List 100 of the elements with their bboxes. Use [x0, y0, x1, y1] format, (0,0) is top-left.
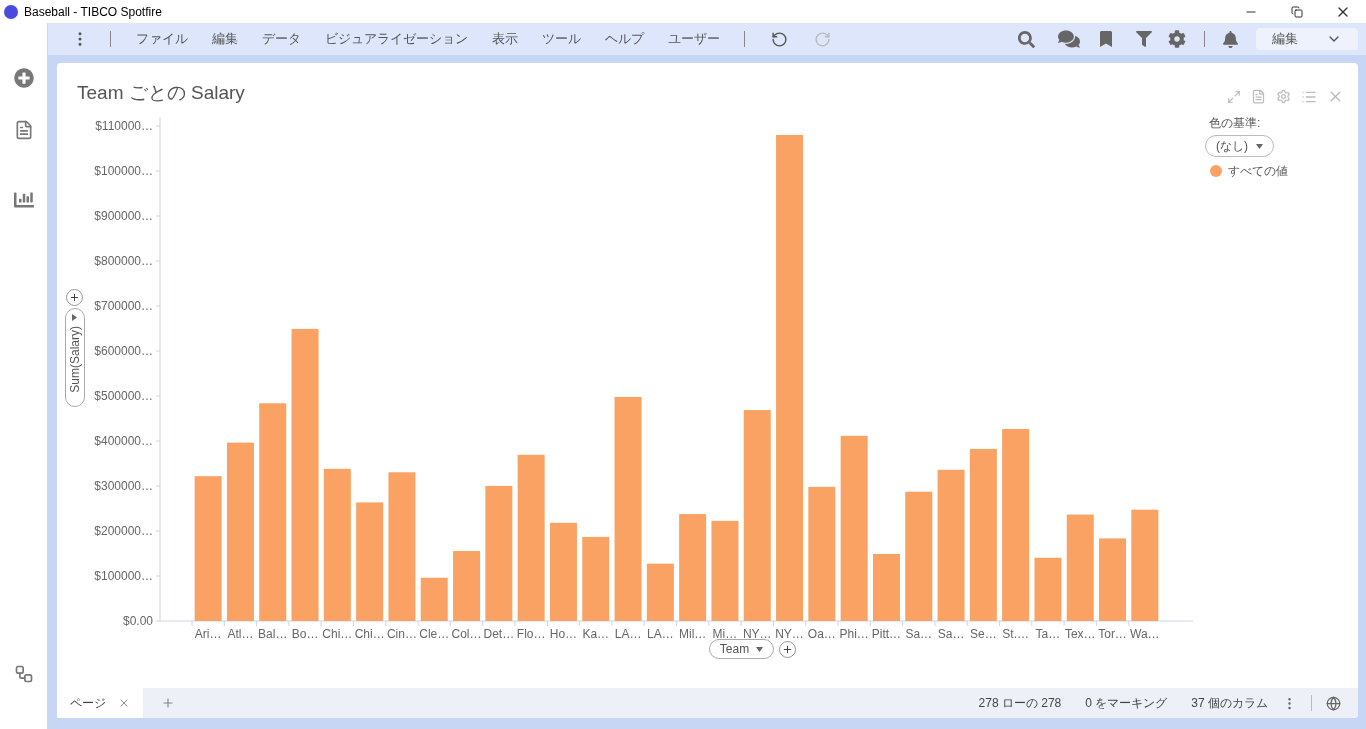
bar[interactable] — [646, 563, 674, 621]
menu-item[interactable]: 表示 — [480, 29, 530, 49]
legend-title: 色の基準: — [1209, 115, 1262, 132]
x-tick-label: Det… — [483, 627, 515, 641]
x-tick-label: Tex… — [1064, 627, 1096, 641]
window-title: Baseball - TIBCO Spotfire — [24, 3, 162, 21]
menu-item[interactable]: ヘルプ — [593, 29, 656, 49]
x-tick-label: Cle… — [419, 627, 450, 641]
bar[interactable] — [485, 485, 513, 621]
x-tick-label: Flo… — [516, 627, 546, 641]
add-icon[interactable] — [13, 68, 34, 88]
bar[interactable] — [259, 403, 287, 621]
filter-icon[interactable] — [1136, 31, 1152, 47]
menu-item[interactable]: ツール — [530, 29, 593, 49]
settings-icon[interactable] — [1276, 89, 1291, 104]
x-tick-label: Col… — [451, 627, 482, 641]
bar[interactable] — [388, 472, 416, 621]
bar[interactable] — [291, 328, 319, 621]
hierarchy-icon[interactable] — [13, 664, 34, 684]
caret-icon — [756, 646, 764, 652]
bar[interactable] — [969, 448, 997, 621]
x-tick-label: LA… — [614, 627, 642, 641]
menu-item[interactable]: データ — [250, 29, 313, 49]
bar[interactable] — [711, 520, 739, 621]
bar[interactable] — [679, 514, 707, 621]
bar[interactable] — [1034, 557, 1062, 621]
comments-icon[interactable] — [1058, 28, 1080, 50]
x-tick-label: Sa… — [905, 627, 933, 641]
x-tick-label: Sa… — [937, 627, 965, 641]
redo-icon[interactable] — [814, 30, 831, 48]
x-tick-label: Chi… — [322, 627, 353, 641]
y-tick-label: $100000… — [94, 164, 153, 178]
expand-icon[interactable] — [1227, 89, 1241, 104]
page-tab[interactable]: ページ — [57, 688, 143, 718]
bar[interactable] — [453, 551, 481, 621]
y-tick-label: $900000… — [94, 209, 153, 223]
bar[interactable] — [1066, 514, 1094, 621]
bar[interactable] — [1131, 509, 1159, 621]
search-icon[interactable] — [1018, 30, 1035, 48]
y-tick-label: $400000… — [94, 434, 153, 448]
x-tick-label: Bal… — [258, 627, 288, 641]
bar[interactable] — [776, 135, 804, 621]
bar[interactable] — [549, 522, 577, 621]
bar[interactable] — [194, 476, 222, 621]
y-tick-label: $500000… — [94, 389, 153, 403]
x-tick-label: Cin… — [386, 627, 417, 641]
x-tick-label: St.… — [1002, 627, 1029, 641]
x-tick-label: Atl… — [227, 627, 254, 641]
bell-icon[interactable] — [1222, 30, 1239, 48]
y-tick-label: $200000… — [94, 524, 153, 538]
bar[interactable] — [840, 435, 868, 621]
undo-icon[interactable] — [771, 30, 788, 48]
details-icon[interactable] — [1251, 89, 1266, 104]
menu-item[interactable]: ファイル — [124, 29, 200, 49]
bar-chart-icon[interactable] — [13, 190, 34, 210]
x-tick-label: Oa… — [807, 627, 836, 641]
bar[interactable] — [517, 454, 545, 621]
bar[interactable] — [905, 491, 933, 621]
bar[interactable] — [614, 396, 642, 621]
menu-item[interactable]: 編集 — [200, 29, 250, 49]
x-tick-label: Tor… — [1098, 627, 1127, 641]
x-tick-label: Mil… — [679, 627, 707, 641]
y-tick-label: $700000… — [94, 299, 153, 313]
menu-item[interactable]: ユーザー — [656, 29, 732, 49]
bar[interactable] — [743, 410, 771, 621]
mode-select[interactable]: 編集 — [1256, 28, 1358, 50]
bar[interactable] — [356, 502, 384, 621]
menu-item[interactable]: ビジュアライゼーション — [313, 29, 480, 49]
bar[interactable] — [323, 468, 351, 621]
row-count: 278 ローの 278 — [978, 695, 1062, 712]
x-tick-label: Ho… — [549, 627, 578, 641]
globe-icon[interactable] — [1326, 695, 1341, 711]
x-tick-label: Wa… — [1130, 627, 1160, 641]
bar[interactable] — [582, 536, 610, 621]
column-count: 37 個のカラム — [1191, 695, 1268, 712]
bar[interactable] — [226, 442, 254, 621]
bookmark-icon[interactable] — [1098, 31, 1114, 47]
marking-count: 0 をマーキング — [1085, 695, 1168, 712]
x-tick-label: Mi… — [712, 627, 738, 641]
x-tick-label: NY… — [775, 627, 804, 641]
y-tick-label: $600000… — [94, 344, 153, 358]
bar[interactable] — [420, 577, 448, 621]
y-tick-label: $100000… — [94, 569, 153, 583]
bar[interactable] — [1002, 429, 1030, 621]
app-logo-icon — [4, 4, 18, 19]
caret-icon — [1256, 143, 1263, 149]
bar[interactable] — [808, 486, 836, 621]
bar[interactable] — [1099, 538, 1127, 621]
x-tick-label: Chi… — [354, 627, 385, 641]
y-tick-label: $300000… — [94, 479, 153, 493]
settings-icon[interactable] — [1168, 30, 1186, 48]
close-icon[interactable] — [118, 697, 130, 709]
y-tick-label: $0.00 — [122, 614, 153, 628]
x-tick-label: LA… — [647, 627, 674, 641]
x-tick-label: Se… — [970, 627, 997, 641]
legend-label: すべての値 — [1228, 163, 1288, 180]
y-tick-label: $110000… — [95, 119, 153, 133]
bar[interactable] — [937, 469, 965, 621]
add-page-icon[interactable] — [161, 696, 175, 710]
bar[interactable] — [872, 553, 900, 621]
